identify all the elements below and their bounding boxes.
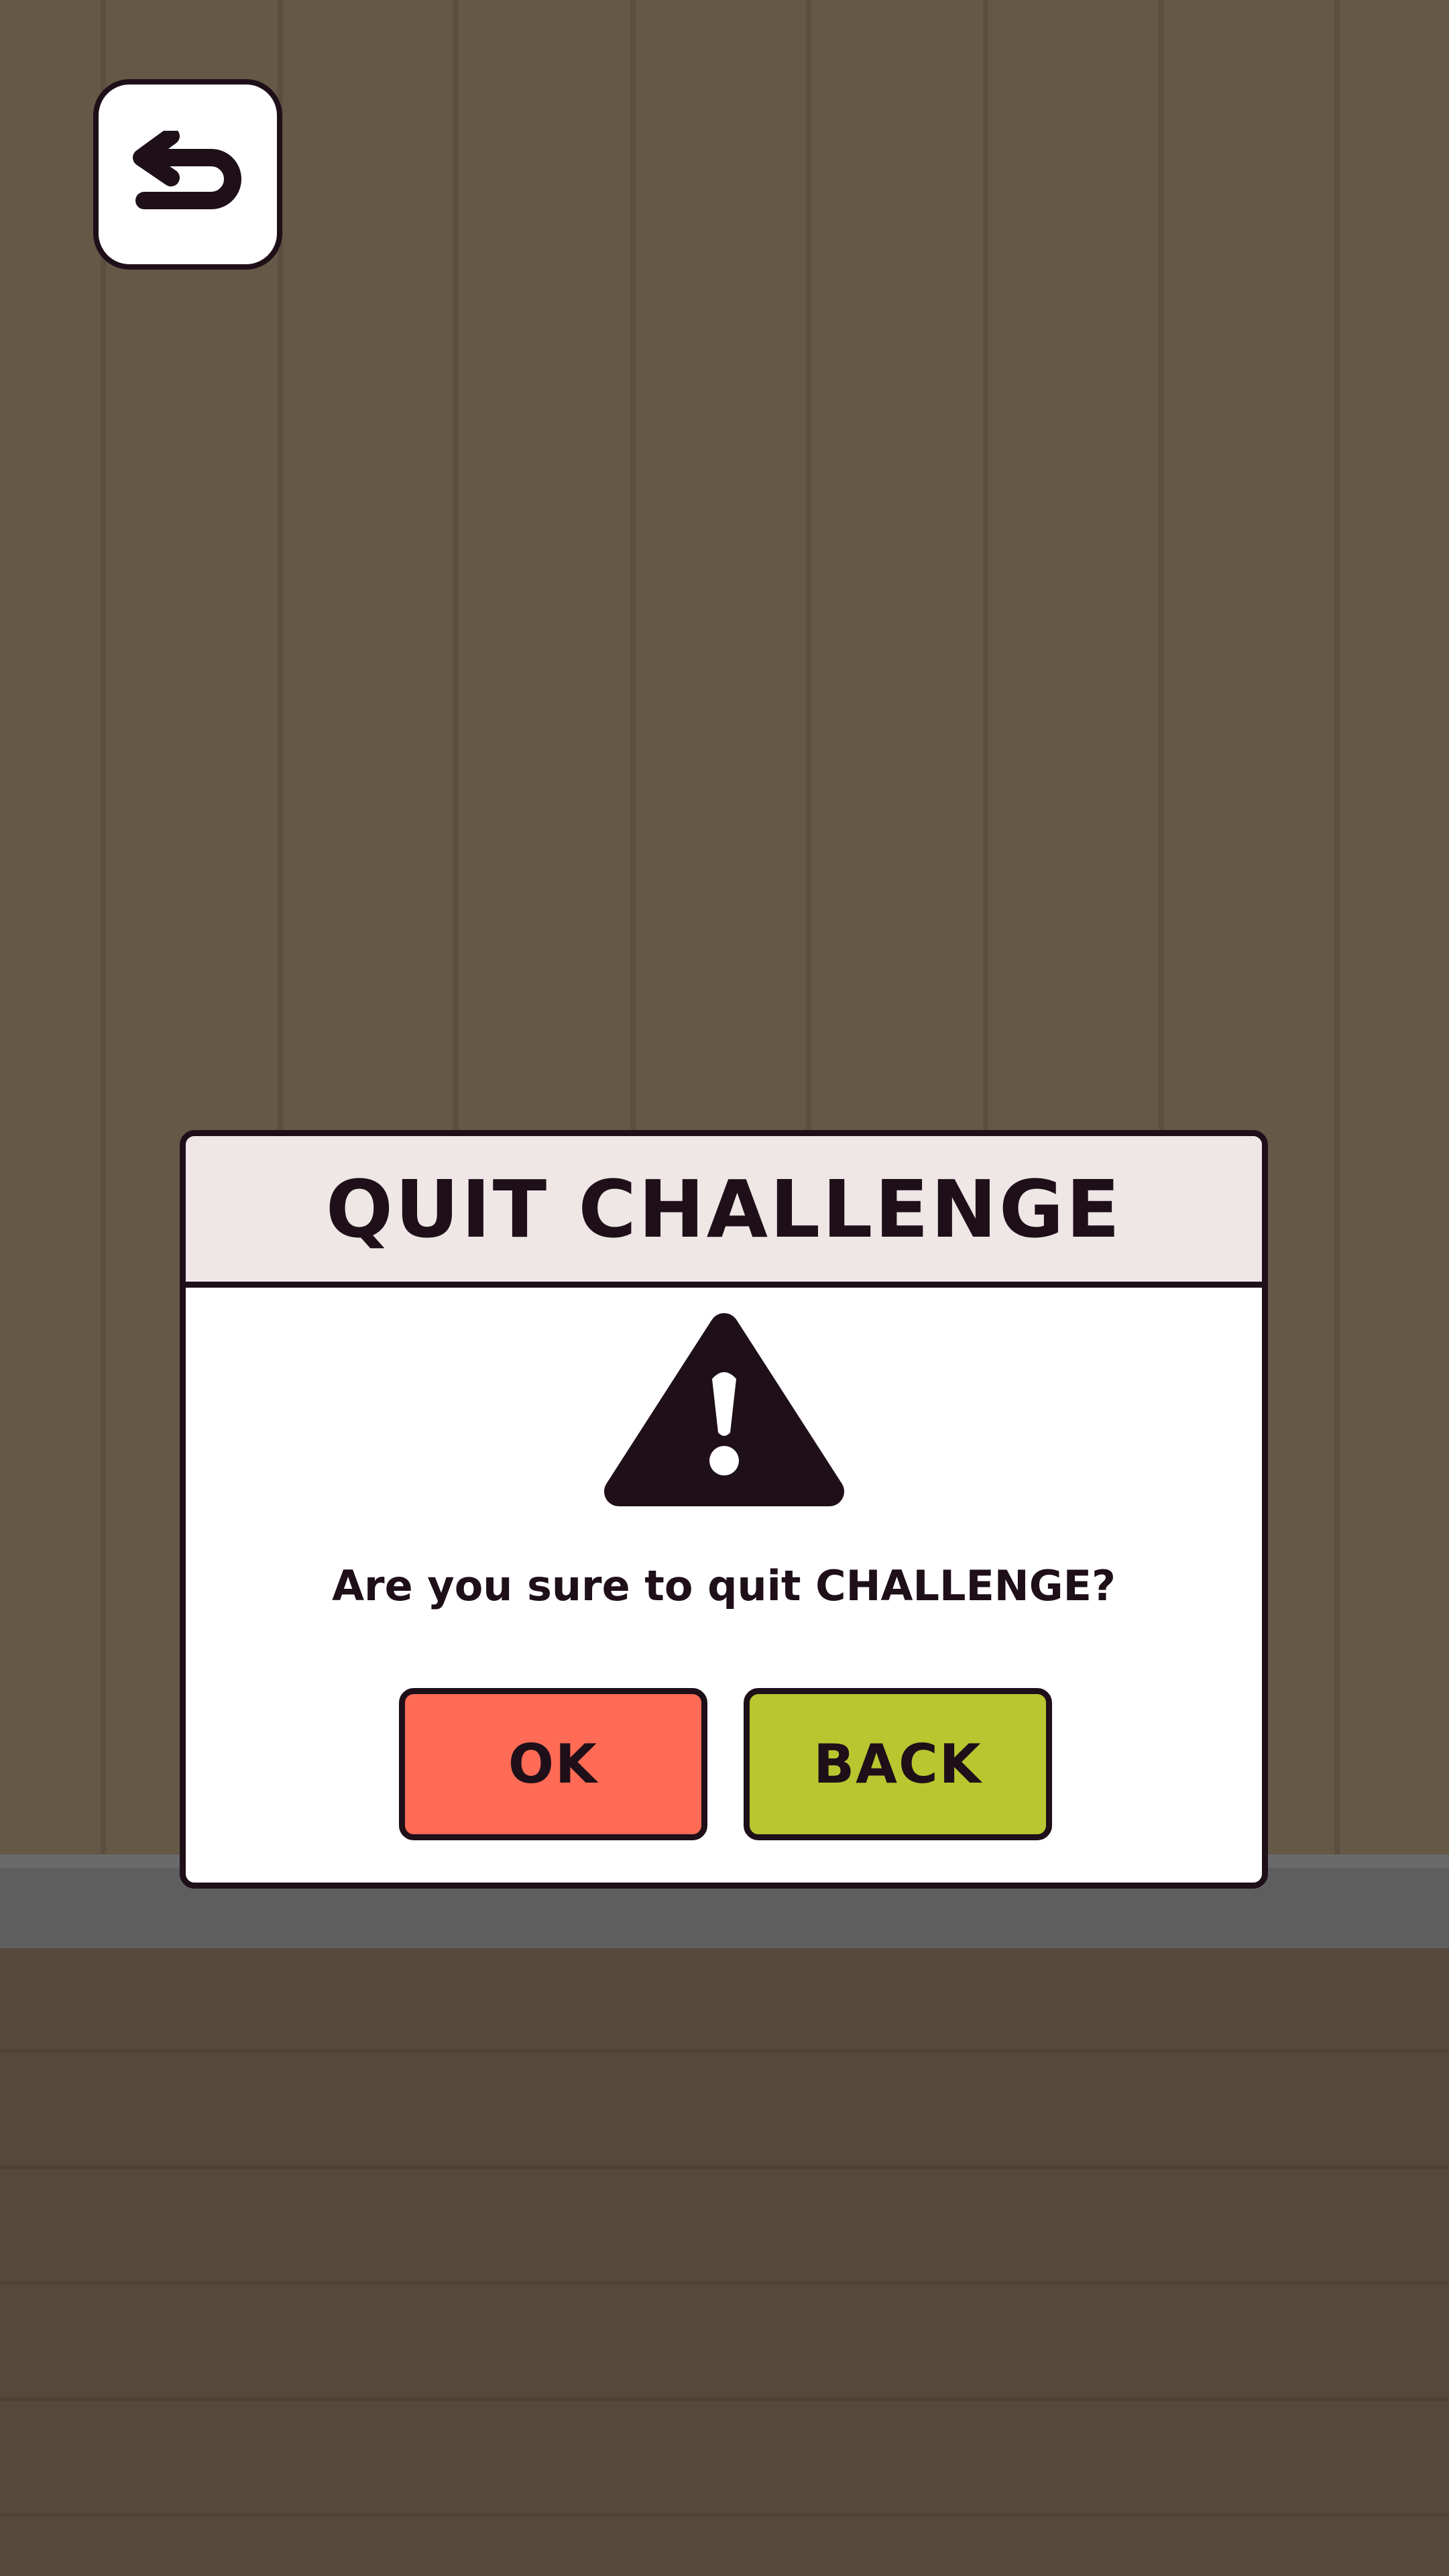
dialog-header: QUIT CHALLENGE [186, 1136, 1262, 1288]
floor-plank-line [0, 2049, 1449, 2053]
floor-plank-line [0, 2397, 1449, 2401]
background-floor [0, 1948, 1449, 2576]
return-button[interactable] [93, 79, 282, 270]
quit-challenge-dialog: QUIT CHALLENGE Are you sure to quit CHAL… [180, 1130, 1268, 1889]
dialog-message: Are you sure to quit CHALLENGE? [332, 1561, 1116, 1610]
return-arrow-icon [131, 131, 245, 218]
dialog-title: QUIT CHALLENGE [325, 1162, 1122, 1255]
floor-plank-line [0, 2513, 1449, 2517]
wall-groove [101, 0, 106, 1854]
ok-button[interactable]: OK [399, 1688, 707, 1840]
floor-plank-line [0, 2165, 1449, 2169]
floor-plank-line [0, 2281, 1449, 2285]
warning-triangle-icon [603, 1312, 846, 1513]
game-screen: QUIT CHALLENGE Are you sure to quit CHAL… [0, 0, 1449, 2576]
back-button[interactable]: BACK [744, 1688, 1052, 1840]
wall-groove [1334, 0, 1340, 1854]
